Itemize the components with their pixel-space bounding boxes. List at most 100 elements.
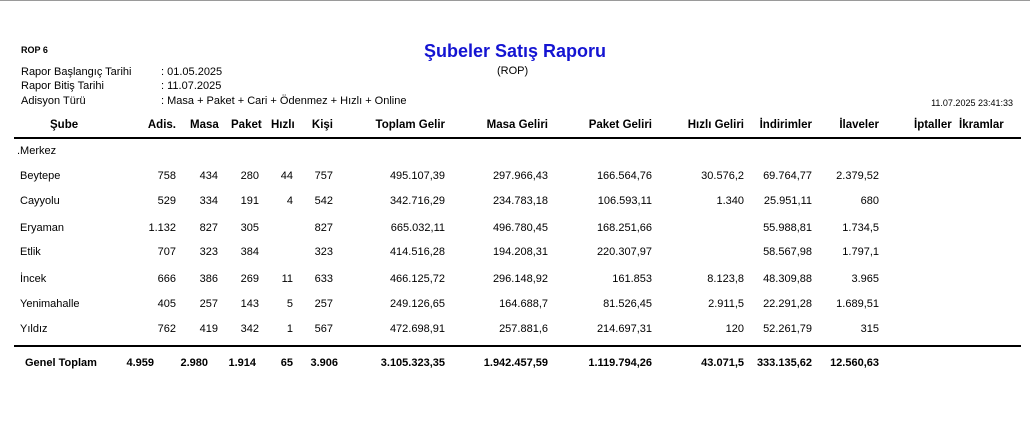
cell-quick: 11: [281, 273, 293, 285]
cell-people: 542: [314, 195, 333, 207]
top-border: [0, 0, 1030, 1]
grand-total-label: Genel Toplam: [25, 357, 97, 369]
cell-extras: 680: [860, 195, 879, 207]
cell-total-income: 466.125,72: [389, 273, 445, 285]
cell-table-income: 496.780,45: [492, 222, 548, 234]
branch-name: Etlik: [20, 246, 41, 258]
cell-quick-income: 120: [725, 323, 744, 335]
cell-table: 257: [199, 298, 218, 310]
cell-quick: 1: [286, 323, 293, 335]
cell-package-income: 220.307,97: [596, 246, 652, 258]
cell-extras: 1.689,51: [836, 298, 879, 310]
cell-table: 434: [199, 170, 218, 182]
cell-quick-income: 1.340: [716, 195, 744, 207]
cell-receipts: 1.132: [148, 222, 176, 234]
cell-package-income: 106.593,11: [597, 195, 652, 207]
branch-name: İncek: [20, 273, 47, 285]
total-people: 3.906: [310, 357, 338, 369]
total-discounts: 333.135,62: [756, 357, 812, 369]
cell-people: 257: [314, 298, 333, 310]
cell-table: 334: [199, 195, 218, 207]
cell-package: 305: [240, 222, 259, 234]
meta-label: Rapor Başlangıç Tarihi: [21, 66, 132, 78]
cell-receipts: 666: [157, 273, 176, 285]
total-total-income: 3.105.323,35: [380, 357, 445, 369]
branch-name: Eryaman: [20, 222, 65, 234]
cell-discounts: 48.309,88: [763, 273, 812, 285]
cell-table-income: 257.881,6: [499, 323, 548, 335]
total-table-income: 1.942.457,59: [483, 357, 548, 369]
cell-people: 323: [314, 246, 333, 258]
total-receipts: 4.959: [126, 357, 154, 369]
report-timestamp: 11.07.2025 23:41:33: [931, 98, 1013, 108]
branch-name: Yıldız: [20, 323, 48, 335]
column-header-table-income: Masa Geliri: [486, 119, 548, 131]
cell-quick: 4: [286, 195, 293, 207]
cell-people: 827: [314, 222, 333, 234]
column-header-cancellations: İptaller: [914, 119, 952, 131]
cell-package: 280: [240, 170, 259, 182]
total-package-income: 1.119.794,26: [588, 357, 652, 369]
cell-extras: 2.379,52: [836, 170, 879, 182]
cell-package-income: 81.526,45: [603, 298, 652, 310]
column-header-table: Masa: [190, 119, 219, 131]
total-table: 2.980: [180, 357, 208, 369]
cell-table: 827: [199, 222, 218, 234]
group-label: .Merkez: [17, 145, 57, 157]
cell-table-income: 296.148,92: [492, 273, 548, 285]
cell-quick: 44: [280, 170, 293, 182]
cell-total-income: 414.516,28: [389, 246, 445, 258]
cell-receipts: 529: [157, 195, 176, 207]
branch-name: Yenimahalle: [20, 298, 80, 310]
cell-extras: 1.797,1: [842, 246, 879, 258]
cell-total-income: 249.126,65: [389, 298, 445, 310]
total-quick: 65: [280, 357, 293, 369]
cell-package: 143: [240, 298, 259, 310]
cell-receipts: 758: [157, 170, 176, 182]
total-rule: [14, 345, 1021, 347]
cell-people: 757: [314, 170, 333, 182]
report-title: Şubeler Satış Raporu: [424, 41, 607, 61]
branch-name: Beytepe: [20, 170, 61, 182]
cell-people: 633: [314, 273, 333, 285]
cell-total-income: 665.032,11: [390, 222, 445, 234]
cell-discounts: 25.951,11: [763, 195, 812, 207]
column-header-people: Kişi: [311, 119, 333, 131]
cell-quick-income: 8.123,8: [707, 273, 744, 285]
meta-value: : Masa + Paket + Cari + Ödenmez + Hızlı …: [161, 95, 407, 107]
cell-discounts: 52.261,79: [763, 323, 812, 335]
header-rule: [14, 137, 1021, 139]
branch-name: Cayyolu: [20, 195, 60, 207]
cell-table-income: 297.966,43: [492, 170, 548, 182]
total-package: 1.914: [228, 357, 256, 369]
report-code: ROP 6: [21, 45, 48, 55]
cell-package-income: 168.251,66: [596, 222, 652, 234]
column-header-treats: İkramlar: [959, 119, 1004, 131]
meta-label: Rapor Bitiş Tarihi: [21, 80, 104, 92]
cell-table: 419: [199, 323, 218, 335]
cell-extras: 1.734,5: [842, 222, 879, 234]
cell-discounts: 22.291,28: [763, 298, 812, 310]
cell-package: 384: [240, 246, 259, 258]
cell-package: 342: [240, 323, 259, 335]
column-header-quick: Hızlı: [271, 119, 295, 131]
cell-receipts: 707: [157, 246, 176, 258]
cell-total-income: 472.698,91: [389, 323, 445, 335]
cell-package: 269: [240, 273, 259, 285]
cell-package-income: 166.564,76: [596, 170, 652, 182]
cell-table: 323: [199, 246, 218, 258]
column-header-quick-income: Hızlı Geliri: [687, 119, 744, 131]
column-header-total-income: Toplam Gelir: [375, 119, 445, 131]
column-header-discounts: İndirimler: [759, 119, 812, 131]
meta-value: : 01.05.2025: [161, 66, 223, 78]
cell-package-income: 161.853: [612, 273, 652, 285]
cell-package: 191: [240, 195, 259, 207]
cell-extras: 3.965: [851, 273, 879, 285]
column-header-extras: İlaveler: [839, 119, 879, 131]
cell-quick-income: 30.576,2: [701, 170, 744, 182]
column-header-package: Paket: [231, 119, 262, 131]
cell-receipts: 405: [157, 298, 176, 310]
cell-receipts: 762: [157, 323, 176, 335]
cell-people: 567: [314, 323, 333, 335]
column-header-package-income: Paket Geliri: [588, 119, 652, 131]
